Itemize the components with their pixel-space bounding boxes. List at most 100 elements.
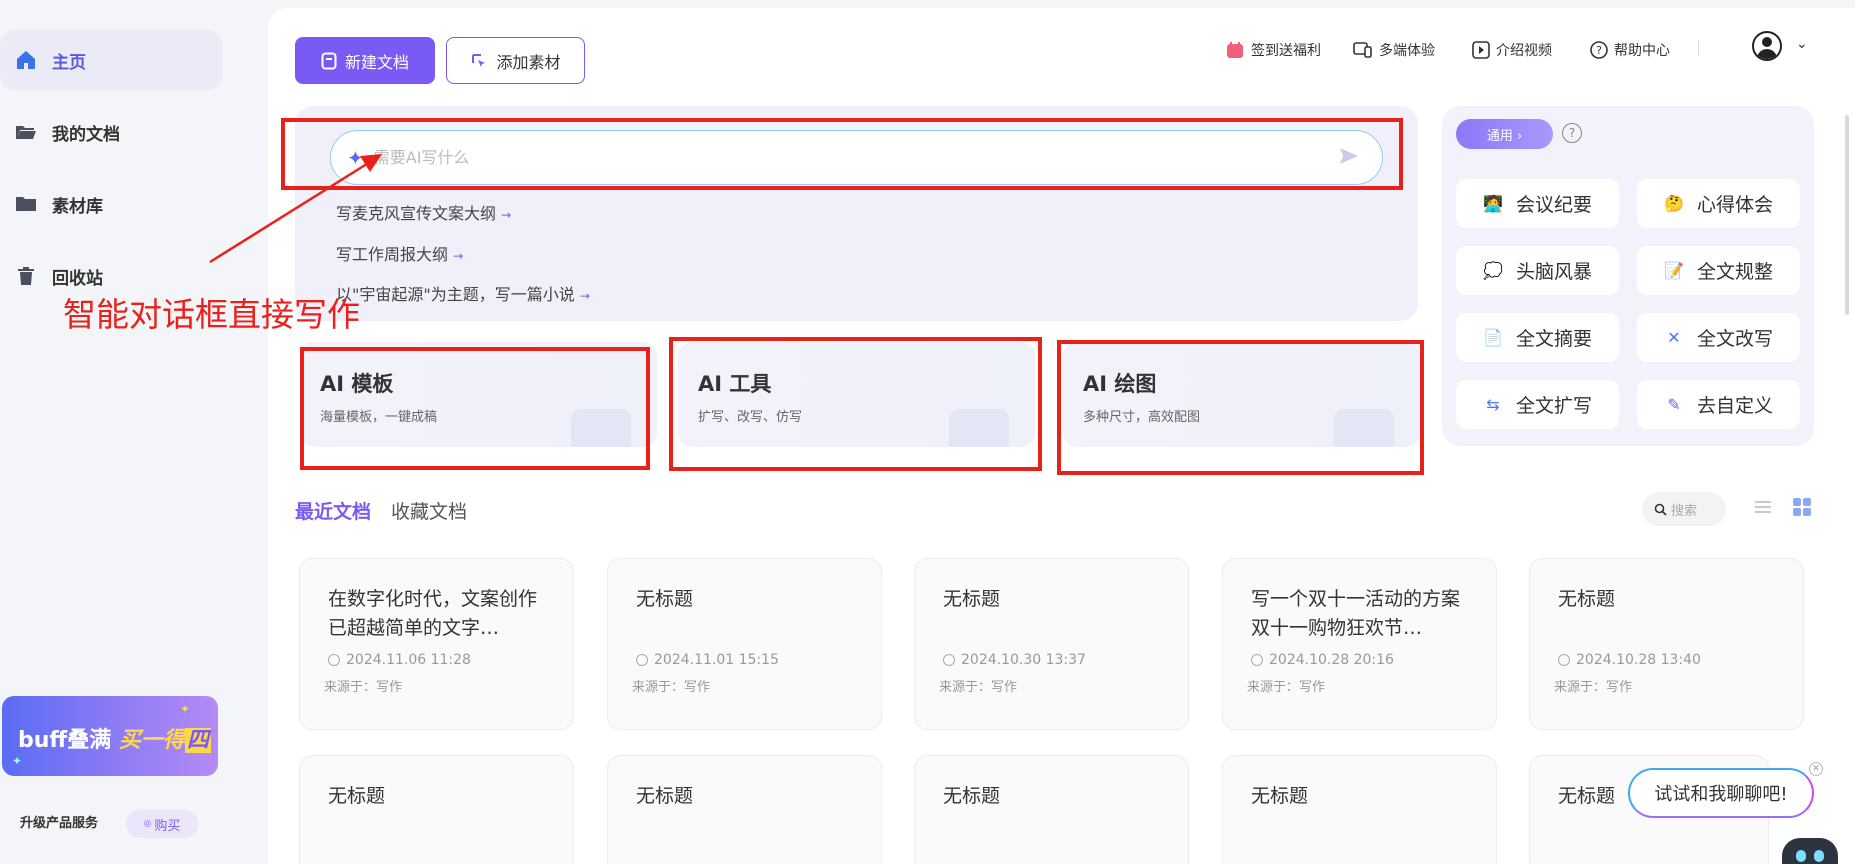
sidebar-item-label: 我的文档 bbox=[52, 124, 120, 145]
document-summary-icon: 📄 bbox=[1483, 328, 1503, 347]
buy-button[interactable]: ◎ 购买 bbox=[126, 810, 198, 838]
grid-view-icon[interactable] bbox=[1793, 498, 1811, 516]
suggestion-item[interactable]: 以"宇宙起源"为主题，写一篇小说 → bbox=[336, 281, 590, 305]
doc-title: 无标题 bbox=[943, 588, 1001, 610]
document-format-icon: 📝 bbox=[1664, 261, 1684, 280]
multi-device-label: 多端体验 bbox=[1379, 43, 1435, 59]
folder-open-icon bbox=[16, 126, 36, 139]
annotation-box-drawing bbox=[1057, 340, 1424, 475]
help-center-label: 帮助中心 bbox=[1614, 43, 1670, 59]
buy-button-label: 购买 bbox=[154, 818, 181, 834]
help-center-link[interactable]: ? 帮助中心 bbox=[1590, 40, 1670, 60]
tool-custom[interactable]: ✎ 去自定义 bbox=[1637, 380, 1800, 429]
doc-card[interactable]: 无标题 2024.10.30 13:37 来源于：写作 bbox=[914, 558, 1189, 730]
scrollbar[interactable] bbox=[1845, 115, 1849, 315]
doc-source: 来源于：写作 bbox=[1554, 680, 1633, 695]
tool-rewrite[interactable]: ✕ 全文改写 bbox=[1637, 313, 1800, 362]
doc-date-text: 2024.11.01 15:15 bbox=[654, 652, 779, 668]
clock-icon bbox=[1251, 654, 1263, 666]
doc-card[interactable]: 无标题 2024.10.28 13:40 来源于：写作 bbox=[1529, 558, 1804, 730]
doc-date: 2024.11.01 15:15 bbox=[636, 652, 853, 668]
user-avatar[interactable] bbox=[1752, 31, 1782, 61]
doc-card[interactable]: 无标题 bbox=[607, 755, 882, 864]
doc-date-text: 2024.10.30 13:37 bbox=[961, 652, 1086, 668]
tool-label: 全文规整 bbox=[1697, 261, 1774, 283]
doc-card[interactable]: 无标题 bbox=[914, 755, 1189, 864]
arrow-right-icon: → bbox=[501, 208, 512, 222]
upgrade-label: 升级产品服务 bbox=[20, 816, 99, 831]
checkin-reward-link[interactable]: 签到送福利 bbox=[1225, 40, 1321, 60]
doc-title: 无标题 bbox=[943, 785, 1001, 807]
header-divider bbox=[1698, 40, 1699, 56]
tool-expand[interactable]: ⇆ 全文扩写 bbox=[1456, 380, 1619, 429]
tool-meeting-minutes[interactable]: 🧑‍💻 会议纪要 bbox=[1456, 179, 1619, 228]
clock-icon bbox=[1558, 654, 1570, 666]
thinking-face-icon: 🤔 bbox=[1664, 194, 1684, 213]
tool-label: 心得体会 bbox=[1697, 194, 1774, 216]
doc-card[interactable]: 无标题 bbox=[299, 755, 574, 864]
sidebar-item-my-docs[interactable]: 我的文档 bbox=[0, 102, 222, 162]
doc-source: 来源于：写作 bbox=[632, 680, 711, 695]
chevron-down-icon[interactable]: ⌄ bbox=[1796, 36, 1808, 52]
tool-brainstorm[interactable]: 💭 头脑风暴 bbox=[1456, 246, 1619, 295]
annotation-arrow-icon bbox=[209, 154, 382, 264]
doc-title: 无标题 bbox=[636, 785, 694, 807]
document-icon bbox=[321, 52, 337, 69]
multi-device-link[interactable]: 多端体验 bbox=[1353, 40, 1435, 60]
doc-card[interactable]: 无标题 bbox=[1222, 755, 1497, 864]
doc-date: 2024.11.06 11:28 bbox=[328, 652, 545, 668]
chat-assistant-bubble[interactable]: 试试和我聊聊吧! bbox=[1628, 768, 1814, 818]
calendar-gift-icon bbox=[1227, 42, 1243, 58]
new-document-button[interactable]: 新建文档 bbox=[295, 37, 435, 84]
folder-icon bbox=[16, 197, 36, 211]
tool-label: 全文摘要 bbox=[1516, 328, 1593, 350]
add-material-button[interactable]: 添加素材 bbox=[446, 37, 585, 84]
brainstorm-icon: 💭 bbox=[1483, 261, 1503, 280]
close-icon[interactable]: ✕ bbox=[1809, 762, 1823, 776]
doc-title: 无标题 bbox=[1558, 588, 1616, 610]
help-circle-icon: ? bbox=[1590, 41, 1608, 59]
search-placeholder: 搜索 bbox=[1671, 503, 1698, 519]
tool-summary[interactable]: 📄 全文摘要 bbox=[1456, 313, 1619, 362]
meeting-person-icon: 🧑‍💻 bbox=[1483, 194, 1503, 213]
trash-icon bbox=[18, 267, 34, 285]
tab-favorite-docs[interactable]: 收藏文档 bbox=[391, 497, 467, 524]
annotation-box-template bbox=[300, 347, 650, 470]
question-icon[interactable]: ? bbox=[1562, 123, 1582, 143]
doc-date: 2024.10.28 20:16 bbox=[1251, 652, 1468, 668]
svg-text:?: ? bbox=[1596, 44, 1602, 57]
checkin-reward-label: 签到送福利 bbox=[1251, 43, 1321, 59]
annotation-box-input bbox=[281, 118, 1403, 190]
tool-format[interactable]: 📝 全文规整 bbox=[1637, 246, 1800, 295]
doc-card[interactable]: 写一个双十一活动的方案双十一购物狂欢节… 2024.10.28 20:16 来源… bbox=[1222, 558, 1497, 730]
sparkle-icon: ✦ bbox=[180, 702, 191, 716]
tool-label: 去自定义 bbox=[1697, 395, 1774, 417]
tool-label: 全文扩写 bbox=[1516, 395, 1593, 417]
tool-label: 头脑风暴 bbox=[1516, 261, 1593, 283]
promo-banner[interactable]: buff叠满 买一得四 ✦ ✦ bbox=[2, 696, 218, 776]
tool-reflection[interactable]: 🤔 心得体会 bbox=[1637, 179, 1800, 228]
sparkle-icon: ✦ bbox=[12, 754, 23, 768]
sidebar: 主页 我的文档 素材库 回收站 buff叠满 买一得四 ✦ ✦ 升级产品服务 ◎… bbox=[0, 0, 266, 864]
list-view-icon[interactable] bbox=[1755, 498, 1771, 518]
tab-recent-docs[interactable]: 最近文档 bbox=[295, 497, 372, 524]
category-general-button[interactable]: 通用 › bbox=[1456, 119, 1553, 149]
search-icon bbox=[1654, 503, 1667, 516]
add-material-label: 添加素材 bbox=[496, 52, 561, 72]
doc-card[interactable]: 无标题 2024.11.01 15:15 来源于：写作 bbox=[607, 558, 882, 730]
intro-video-link[interactable]: 介绍视频 bbox=[1472, 40, 1552, 60]
doc-search[interactable]: 搜索 bbox=[1642, 492, 1726, 526]
doc-card[interactable]: 在数字化时代，文案创作已超越简单的文字… 2024.11.06 11:28 来源… bbox=[299, 558, 574, 730]
clock-icon bbox=[328, 654, 340, 666]
promo-text: buff叠满 bbox=[18, 728, 112, 753]
sidebar-item-home[interactable]: 主页 bbox=[0, 30, 222, 90]
clock-icon bbox=[636, 654, 648, 666]
arrow-right-icon: → bbox=[579, 289, 590, 303]
suggestion-text: 以"宇宙起源"为主题，写一篇小说 bbox=[336, 285, 575, 304]
sidebar-item-materials[interactable]: 素材库 bbox=[0, 174, 222, 234]
doc-date: 2024.10.30 13:37 bbox=[943, 652, 1160, 668]
doc-title: 写一个双十一活动的方案双十一购物狂欢节… bbox=[1251, 588, 1461, 639]
expand-icon: ⇆ bbox=[1486, 395, 1500, 414]
sidebar-item-label: 回收站 bbox=[52, 268, 103, 289]
robot-assistant-icon[interactable] bbox=[1782, 838, 1838, 864]
